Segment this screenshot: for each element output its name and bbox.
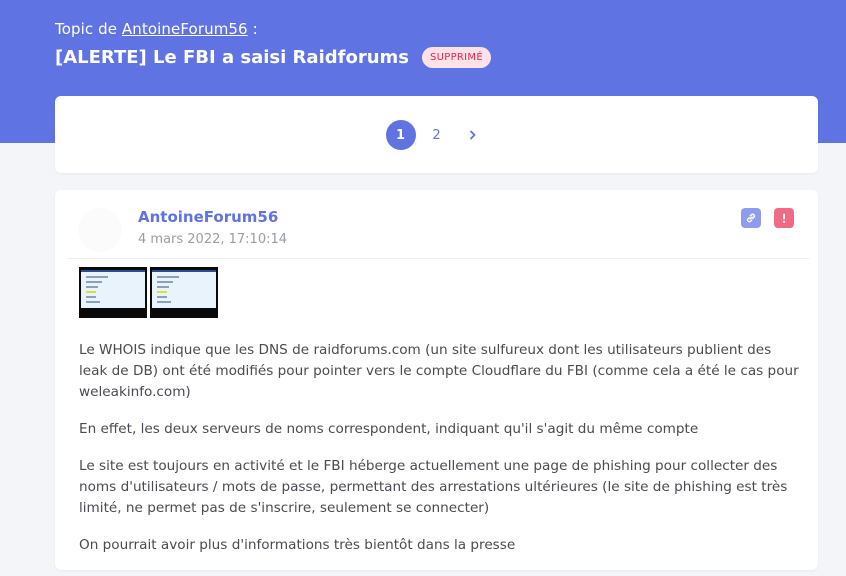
topic-suffix: :: [252, 20, 258, 38]
title-row: [ALERTE] Le FBI a saisi Raidforums SUPPR…: [55, 44, 491, 70]
link-icon: [746, 213, 756, 223]
chevron-right-icon: [469, 130, 475, 140]
topic-prefix: Topic de: [55, 20, 118, 38]
pagination: 1 2: [55, 120, 818, 150]
post-divider: [67, 258, 809, 259]
post-body: Le WHOIS indique que les DNS de raidforu…: [79, 340, 799, 572]
permalink-button[interactable]: [741, 208, 761, 228]
status-badge: SUPPRIMÉ: [421, 46, 491, 68]
pagination-card: 1 2: [55, 96, 818, 173]
post-paragraph: Le site est toujours en activité et le F…: [79, 458, 788, 516]
report-icon: [782, 213, 786, 223]
report-button[interactable]: [774, 208, 794, 228]
post-date: 4 mars 2022, 17:10:14: [138, 232, 288, 247]
attachment-thumbnail[interactable]: [150, 267, 218, 318]
page-1-button[interactable]: 1: [385, 120, 416, 150]
page-2-button[interactable]: 2: [422, 120, 452, 150]
avatar[interactable]: [78, 208, 122, 252]
topic-author-link[interactable]: AntoineForum56: [122, 20, 248, 38]
post-paragraph: En effet, les deux serveurs de noms corr…: [79, 421, 699, 437]
post-paragraph: Le WHOIS indique que les DNS de raidforu…: [79, 342, 799, 400]
next-page-button[interactable]: [458, 120, 488, 150]
post-author[interactable]: AntoineForum56: [138, 208, 278, 226]
topic-line: Topic de AntoineForum56 :: [55, 20, 258, 38]
attachment-thumbnail[interactable]: [79, 267, 147, 318]
post-paragraph: On pourrait avoir plus d'informations tr…: [79, 537, 516, 553]
page-title: [ALERTE] Le FBI a saisi Raidforums: [55, 46, 409, 68]
post-card: AntoineForum56 4 mars 2022, 17:10:14 Le …: [55, 190, 818, 570]
